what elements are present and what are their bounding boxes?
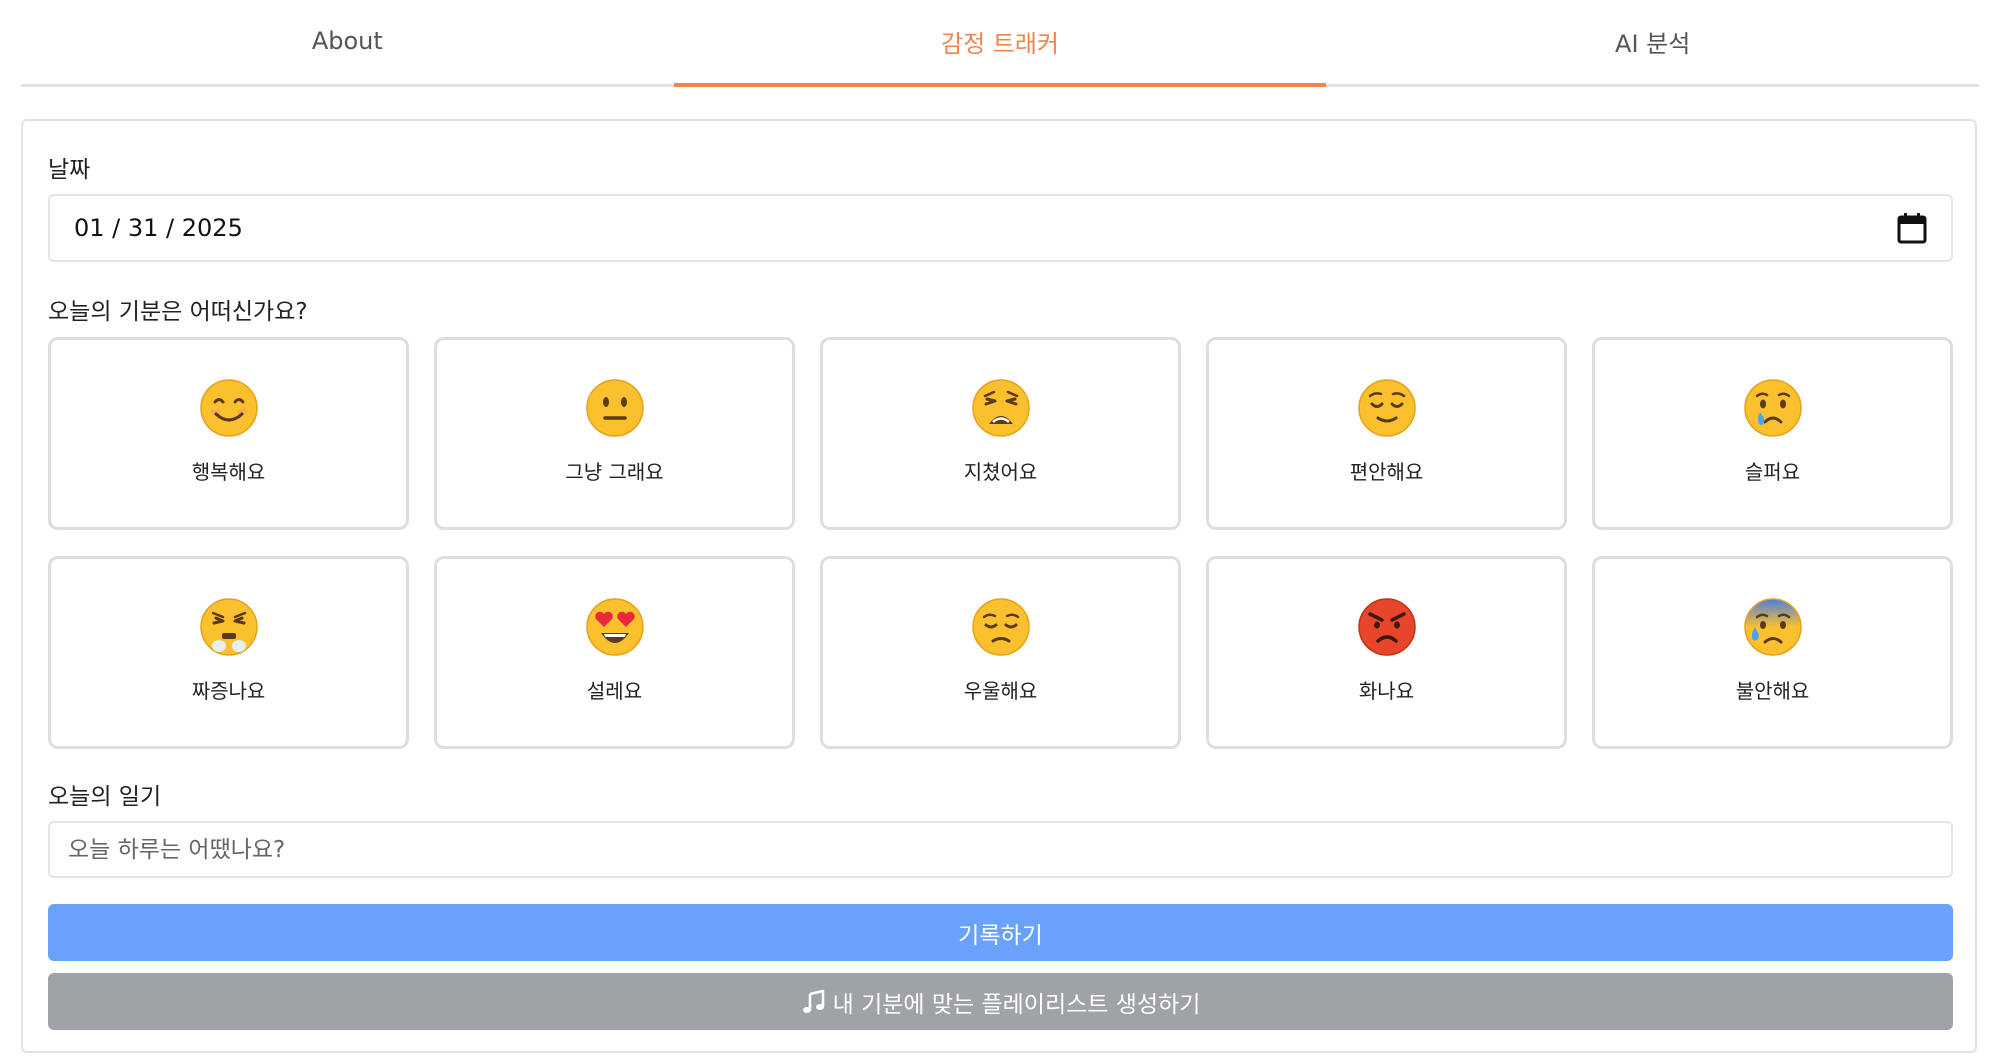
- mood-option-excited[interactable]: 설레요: [434, 556, 795, 749]
- mood-question-label: 오늘의 기분은 어떠신가요?: [48, 299, 308, 325]
- tab-ai-analysis[interactable]: AI 분석: [1326, 0, 1979, 84]
- calendar-icon[interactable]: [1897, 212, 1927, 244]
- mood-option-neutral[interactable]: 그냥 그래요: [434, 337, 795, 530]
- mood-option-annoyed[interactable]: 짜증나요: [48, 556, 409, 749]
- mood-label: 화나요: [1358, 679, 1415, 703]
- anxious-sweat-face-icon: [1743, 598, 1802, 656]
- generate-playlist-button-label: 내 기분에 맞는 플레이리스트 생성하기: [832, 991, 1201, 1018]
- mood-grid: 행복해요 그냥 그래요 지쳤어요 편안해요 슬퍼요 짜증나요 설레요 우울해요 …: [48, 337, 1953, 749]
- mood-option-depressed[interactable]: 우울해요: [820, 556, 1181, 749]
- mood-option-anxious[interactable]: 불안해요: [1592, 556, 1953, 749]
- date-input[interactable]: 01 / 31 / 2025: [48, 194, 1953, 262]
- weary-face-icon: [971, 379, 1030, 437]
- mood-option-sad[interactable]: 슬퍼요: [1592, 337, 1953, 530]
- crying-face-icon: [1743, 379, 1802, 437]
- mood-label: 슬퍼요: [1744, 460, 1801, 484]
- tab-ai-analysis-label: AI 분석: [1615, 29, 1691, 58]
- mood-option-happy[interactable]: 행복해요: [48, 337, 409, 530]
- generate-playlist-button[interactable]: 내 기분에 맞는 플레이리스트 생성하기: [48, 973, 1953, 1030]
- relieved-face-icon: [1357, 379, 1416, 437]
- steam-nose-face-icon: [199, 598, 258, 656]
- pensive-face-icon: [971, 598, 1030, 656]
- mood-label: 불안해요: [1735, 679, 1810, 703]
- tab-emotion-tracker[interactable]: 감정 트래커: [673, 0, 1327, 87]
- mood-label: 행복해요: [191, 460, 266, 484]
- record-button[interactable]: 기록하기: [48, 904, 1953, 961]
- diary-label: 오늘의 일기: [48, 784, 162, 810]
- tab-about-label: About: [311, 27, 383, 55]
- tab-about[interactable]: About: [21, 0, 674, 84]
- mood-option-angry[interactable]: 화나요: [1206, 556, 1567, 749]
- neutral-face-icon: [585, 379, 644, 437]
- mood-label: 편안해요: [1349, 460, 1424, 484]
- smiling-face-icon: [199, 379, 258, 437]
- date-label: 날짜: [48, 157, 91, 183]
- tab-emotion-tracker-label: 감정 트래커: [940, 29, 1060, 58]
- mood-option-tired[interactable]: 지쳤어요: [820, 337, 1181, 530]
- angry-red-face-icon: [1357, 598, 1416, 656]
- tab-bar: About 감정 트래커 AI 분석: [21, 0, 1979, 87]
- mood-label: 짜증나요: [191, 679, 266, 703]
- record-button-label: 기록하기: [958, 922, 1043, 949]
- mood-option-relaxed[interactable]: 편안해요: [1206, 337, 1567, 530]
- diary-input[interactable]: [48, 821, 1953, 878]
- heart-eyes-face-icon: [585, 598, 644, 656]
- date-value: 01 / 31 / 2025: [74, 214, 243, 242]
- mood-label: 우울해요: [963, 679, 1038, 703]
- mood-label: 그냥 그래요: [565, 460, 664, 484]
- emotion-form-card: 날짜 01 / 31 / 2025 오늘의 기분은 어떠신가요? 행복해요 그냥…: [21, 119, 1977, 1053]
- mood-label: 설레요: [586, 679, 643, 703]
- music-note-icon: [802, 989, 824, 1013]
- mood-label: 지쳤어요: [963, 460, 1038, 484]
